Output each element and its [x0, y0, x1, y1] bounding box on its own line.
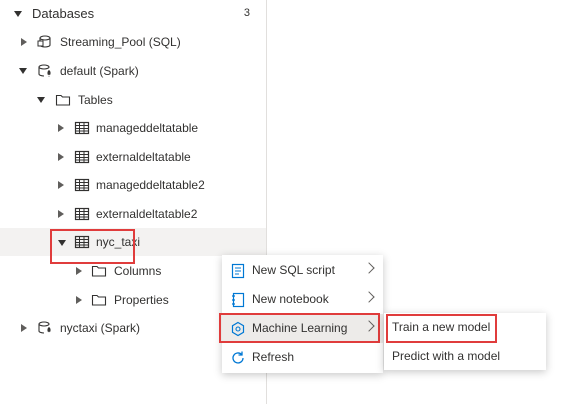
tree-item-label: Properties [114, 293, 169, 307]
databases-header-label: Databases [32, 6, 95, 21]
folder-icon [55, 94, 71, 106]
tree-item-table[interactable]: manageddeltatable [0, 114, 266, 142]
tree-item-label: Tables [78, 93, 113, 107]
machine-learning-highlight [219, 313, 380, 343]
collapse-caret-icon[interactable] [37, 97, 45, 103]
menu-item-new-sql-script[interactable]: New SQL script [222, 256, 383, 285]
tree-item-label: Streaming_Pool (SQL) [60, 35, 181, 49]
databases-count: 3 [243, 7, 250, 19]
tree-item-label: manageddeltatable2 [96, 178, 205, 192]
refresh-icon [232, 351, 244, 364]
chevron-right-icon [363, 262, 375, 274]
expand-caret-icon[interactable] [58, 124, 64, 132]
menu-item-label: New SQL script [252, 263, 335, 277]
expand-caret-icon[interactable] [58, 181, 64, 189]
expand-caret-icon[interactable] [76, 267, 82, 275]
expand-caret-icon[interactable] [58, 210, 64, 218]
chevron-right-icon [363, 291, 375, 303]
menu-item-predict-with-model[interactable]: Predict with a model [384, 342, 546, 371]
collapse-caret-icon[interactable] [19, 68, 27, 74]
expand-caret-icon[interactable] [21, 38, 27, 46]
table-icon [74, 121, 90, 135]
tree-item-label: Columns [114, 264, 162, 278]
train-model-highlight [386, 314, 497, 343]
notebook-icon [232, 292, 245, 308]
folder-icon [91, 294, 107, 306]
tree-item-label: externaldeltatable [96, 150, 191, 164]
folder-icon [91, 265, 107, 277]
spark-database-icon [38, 321, 51, 334]
table-icon [74, 150, 90, 164]
menu-item-label: New notebook [252, 292, 329, 306]
expand-caret-icon[interactable] [58, 153, 64, 161]
sql-script-icon [231, 263, 245, 279]
table-icon [74, 207, 90, 221]
tree-item-tables[interactable]: Tables [0, 86, 266, 114]
sql-pool-icon [37, 35, 51, 48]
tree-item-label: nyctaxi (Spark) [60, 321, 141, 335]
tree-item-label: manageddeltatable [96, 121, 199, 135]
tree-item-label: default (Spark) [60, 64, 139, 78]
collapse-caret-icon[interactable] [14, 11, 22, 17]
spark-database-icon [38, 64, 51, 77]
tree-item-table[interactable]: manageddeltatable2 [0, 171, 266, 199]
menu-item-refresh[interactable]: Refresh [222, 343, 383, 372]
expand-caret-icon[interactable] [21, 324, 27, 332]
expand-caret-icon[interactable] [76, 296, 82, 304]
tree-item-table[interactable]: externaldeltatable2 [0, 200, 266, 228]
tree-item-default-spark[interactable]: default (Spark) [0, 57, 266, 85]
databases-header[interactable]: Databases 3 [0, 0, 266, 28]
tree-item-label: externaldeltatable2 [96, 207, 198, 221]
table-icon [74, 178, 90, 192]
tree-item-streaming-pool[interactable]: Streaming_Pool (SQL) [0, 28, 266, 56]
menu-item-label: Refresh [252, 350, 295, 364]
menu-item-label: Predict with a model [392, 349, 501, 363]
tree-item-table[interactable]: externaldeltatable [0, 143, 266, 171]
menu-item-new-notebook[interactable]: New notebook [222, 285, 383, 314]
nyc-taxi-highlight [50, 229, 135, 264]
